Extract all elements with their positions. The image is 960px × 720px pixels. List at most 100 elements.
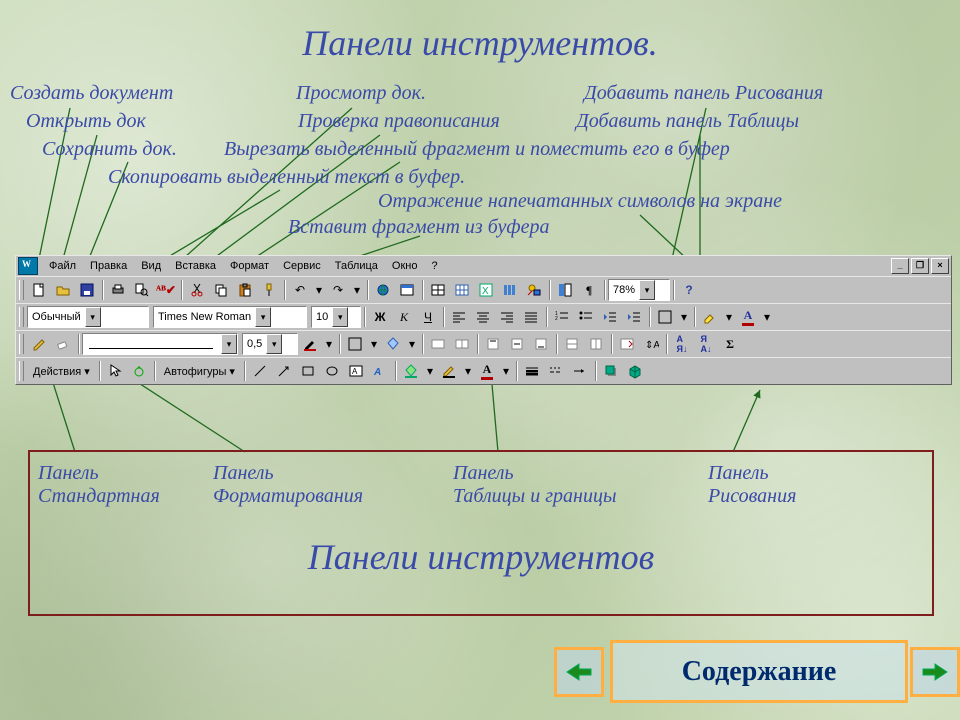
restore-button[interactable]: ❐ (911, 258, 929, 274)
undo-dropdown[interactable]: ▾ (312, 279, 326, 302)
spellcheck-button[interactable]: ᴬᴮ✔ (154, 279, 178, 302)
excel-button[interactable]: X (474, 279, 498, 302)
chevron-down-icon[interactable]: ▾ (221, 334, 237, 354)
autoshapes-menu[interactable]: Автофигуры ▾ (158, 365, 241, 378)
style-combo[interactable]: Обычный ▾ (27, 306, 149, 328)
font-size-combo[interactable]: 10 ▾ (311, 306, 361, 328)
border-dropdown[interactable]: ▾ (677, 306, 691, 329)
chevron-down-icon[interactable]: ▾ (255, 307, 271, 327)
zoom-combo[interactable]: 78% ▾ (608, 279, 670, 301)
rotate-button[interactable] (127, 360, 151, 383)
font-color-button[interactable]: A (736, 306, 760, 329)
tables-borders-toggle[interactable] (426, 279, 450, 302)
shading-dropdown[interactable]: ▾ (405, 333, 419, 356)
distribute-cols-button[interactable] (584, 333, 608, 356)
menu-insert[interactable]: Вставка (168, 258, 223, 274)
sort-desc-button[interactable]: ЯА↓ (694, 333, 718, 356)
redo-button[interactable]: ↷ (326, 279, 350, 302)
italic-button[interactable]: К (392, 306, 416, 329)
increase-indent-button[interactable] (622, 306, 646, 329)
document-map-button[interactable] (553, 279, 577, 302)
columns-button[interactable] (498, 279, 522, 302)
draw-table-button[interactable] (27, 333, 51, 356)
align-top-button[interactable] (481, 333, 505, 356)
undo-button[interactable]: ↶ (288, 279, 312, 302)
border-dropdown2[interactable]: ▾ (367, 333, 381, 356)
fill-color-button[interactable] (399, 360, 423, 383)
format-painter-button[interactable] (257, 279, 281, 302)
nav-toc-button[interactable]: Содержание (610, 640, 908, 703)
font-combo[interactable]: Times New Roman ▾ (153, 306, 307, 328)
shadow-button[interactable] (599, 360, 623, 383)
drawing-toggle[interactable] (522, 279, 546, 302)
cut-button[interactable] (185, 279, 209, 302)
menu-window[interactable]: Окно (385, 258, 425, 274)
insert-table-button[interactable] (450, 279, 474, 302)
chevron-down-icon[interactable]: ▾ (266, 334, 282, 354)
line-color-button[interactable] (437, 360, 461, 383)
merge-cells-button[interactable] (426, 333, 450, 356)
web-toolbar-button[interactable] (395, 279, 419, 302)
autosum-button[interactable]: Σ (718, 333, 742, 356)
menu-view[interactable]: Вид (134, 258, 168, 274)
nav-prev-button[interactable] (554, 647, 598, 691)
chevron-down-icon[interactable]: ▾ (85, 307, 101, 327)
textbox-tool-button[interactable]: A (344, 360, 368, 383)
minimize-button[interactable]: _ (891, 258, 909, 274)
chevron-down-icon[interactable]: ▾ (639, 280, 655, 300)
fill-color-dropdown[interactable]: ▾ (423, 360, 437, 383)
grip[interactable] (19, 307, 24, 327)
menu-help[interactable]: ? (424, 258, 444, 274)
wordart-button[interactable]: A (368, 360, 392, 383)
oval-tool-button[interactable] (320, 360, 344, 383)
new-doc-button[interactable] (27, 279, 51, 302)
print-preview-button[interactable] (130, 279, 154, 302)
align-center-button[interactable] (471, 306, 495, 329)
align-middle-button[interactable] (505, 333, 529, 356)
grip[interactable] (19, 361, 24, 381)
distribute-rows-button[interactable] (560, 333, 584, 356)
table-autoformat-button[interactable] (615, 333, 639, 356)
help-button[interactable]: ? (677, 279, 701, 302)
outside-border-button[interactable] (653, 306, 677, 329)
save-doc-button[interactable] (75, 279, 99, 302)
pen-color-dropdown[interactable]: ▾ (322, 333, 336, 356)
line-style-button[interactable] (520, 360, 544, 383)
line-style-combo[interactable]: ▾ (82, 333, 238, 355)
nav-next-button[interactable] (910, 647, 954, 691)
bullet-list-button[interactable] (574, 306, 598, 329)
arrow-tool-button[interactable] (272, 360, 296, 383)
sort-asc-button[interactable]: АЯ↓ (670, 333, 694, 356)
align-right-button[interactable] (495, 306, 519, 329)
align-left-button[interactable] (447, 306, 471, 329)
underline-button[interactable]: Ч (416, 306, 440, 329)
menu-service[interactable]: Сервис (276, 258, 328, 274)
shading-button[interactable] (381, 333, 405, 356)
font-color-dropdown2[interactable]: ▾ (499, 360, 513, 383)
highlight-button[interactable] (698, 306, 722, 329)
arrow-style-button[interactable] (568, 360, 592, 383)
split-cells-button[interactable] (450, 333, 474, 356)
paste-button[interactable] (233, 279, 257, 302)
menu-format[interactable]: Формат (223, 258, 276, 274)
select-objects-button[interactable] (103, 360, 127, 383)
menu-edit[interactable]: Правка (83, 258, 134, 274)
pen-color-button[interactable] (298, 333, 322, 356)
align-justify-button[interactable] (519, 306, 543, 329)
grip[interactable] (19, 334, 24, 354)
decrease-indent-button[interactable] (598, 306, 622, 329)
redo-dropdown[interactable]: ▾ (350, 279, 364, 302)
hyperlink-button[interactable] (371, 279, 395, 302)
dash-style-button[interactable] (544, 360, 568, 383)
actions-menu[interactable]: Действия ▾ (27, 365, 96, 378)
font-color-dropdown[interactable]: ▾ (760, 306, 774, 329)
menu-file[interactable]: Файл (42, 258, 83, 274)
align-bottom-button[interactable] (529, 333, 553, 356)
line-color-dropdown[interactable]: ▾ (461, 360, 475, 383)
menu-table[interactable]: Таблица (328, 258, 385, 274)
font-color-button2[interactable]: A (475, 360, 499, 383)
numbered-list-button[interactable]: 12 (550, 306, 574, 329)
line-tool-button[interactable] (248, 360, 272, 383)
bold-button[interactable]: Ж (368, 306, 392, 329)
grip[interactable] (19, 280, 24, 300)
